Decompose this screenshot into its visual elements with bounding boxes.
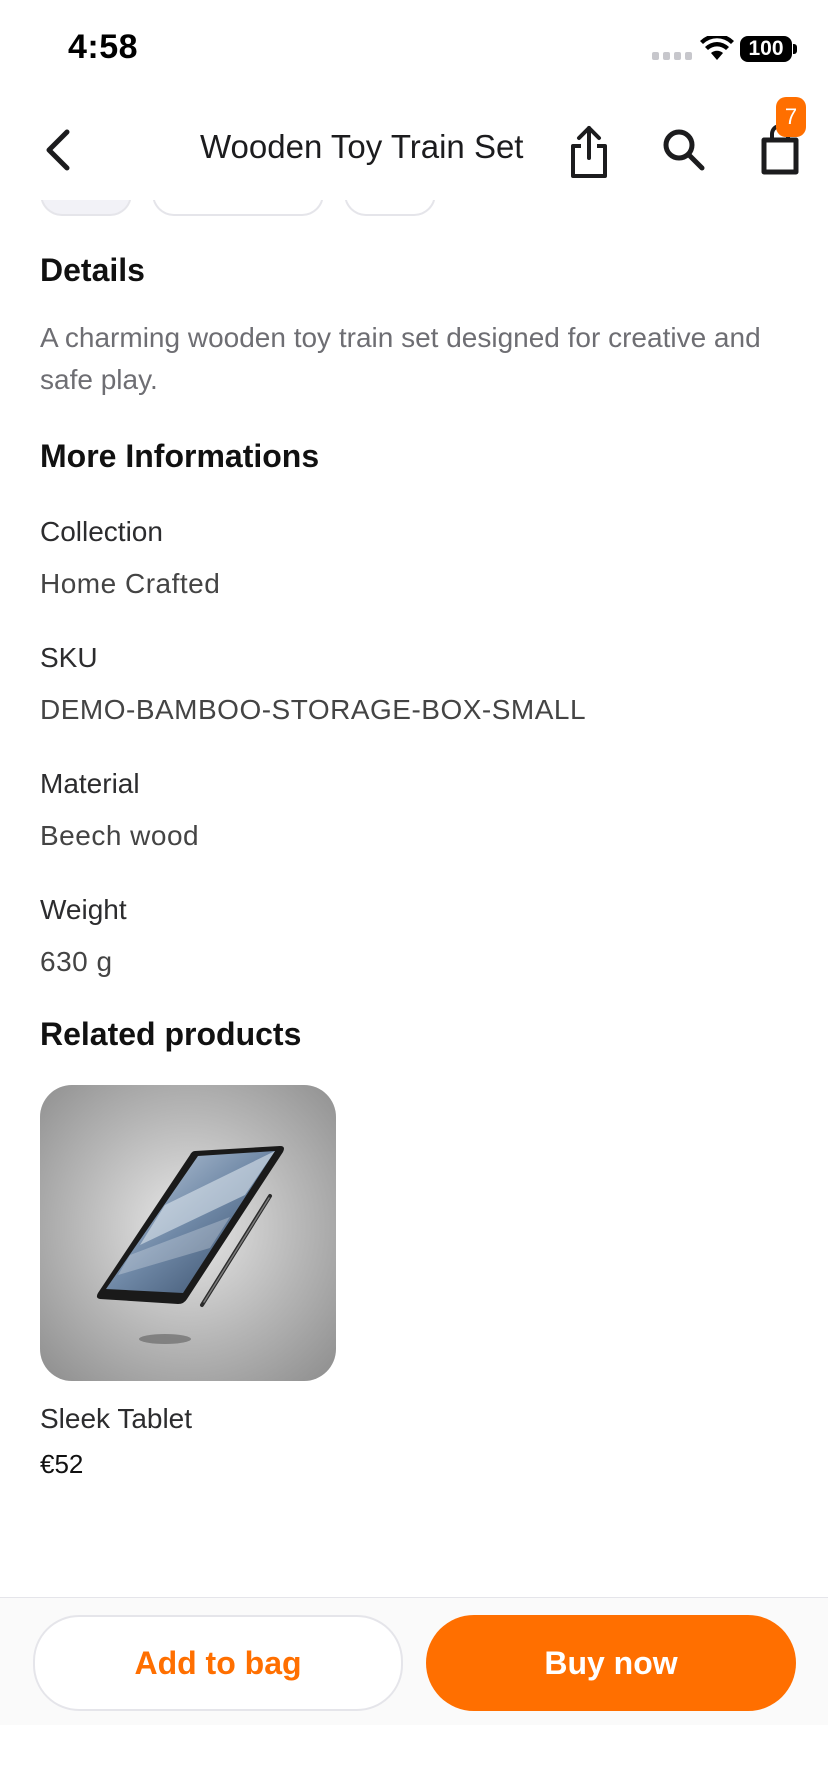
- buy-now-button[interactable]: Buy now: [426, 1615, 796, 1711]
- add-to-bag-button[interactable]: Add to bag: [33, 1615, 403, 1711]
- battery-tip: [793, 44, 797, 54]
- bottom-action-bar: Add to bag Buy now: [0, 1597, 828, 1726]
- status-bar: 4:58 100: [0, 0, 828, 100]
- info-value-weight: 630 g: [40, 946, 113, 977]
- wifi-icon: [700, 36, 734, 60]
- nav-bar: Wooden Toy Train Set: [0, 100, 828, 200]
- related-product-card[interactable]: Sleek Tablet €52: [40, 1085, 336, 1479]
- more-info-heading: More Informations: [40, 438, 320, 474]
- back-button[interactable]: [36, 122, 80, 178]
- info-value-sku: DEMO-BAMBOO-STORAGE-BOX-SMALL: [40, 694, 587, 725]
- info-value-collection: Home Crafted: [40, 568, 221, 599]
- bag-count-badge: 7: [776, 97, 806, 137]
- page-title: Wooden Toy Train Set: [200, 128, 524, 165]
- battery-icon: 100: [740, 36, 792, 62]
- info-label-material: Material: [40, 768, 140, 799]
- product-name: Sleek Tablet: [40, 1403, 193, 1434]
- info-label-sku: SKU: [40, 642, 98, 673]
- tablet-image: [96, 1146, 284, 1344]
- details-heading: Details: [40, 252, 145, 288]
- cellular-signal-icon: [652, 52, 692, 60]
- product-image: [40, 1085, 336, 1381]
- info-label-collection: Collection: [40, 516, 163, 547]
- info-value-material: Beech wood: [40, 820, 200, 851]
- share-icon[interactable]: [565, 124, 613, 180]
- info-label-weight: Weight: [40, 894, 127, 925]
- product-description: A charming wooden toy train set designed…: [40, 322, 761, 395]
- home-indicator-area: [0, 1725, 828, 1792]
- related-products-heading: Related products: [40, 1016, 302, 1052]
- search-icon[interactable]: [660, 126, 708, 174]
- product-price: €52: [40, 1449, 84, 1479]
- chevron-left-icon: [46, 129, 70, 171]
- status-time: 4:58: [68, 28, 139, 66]
